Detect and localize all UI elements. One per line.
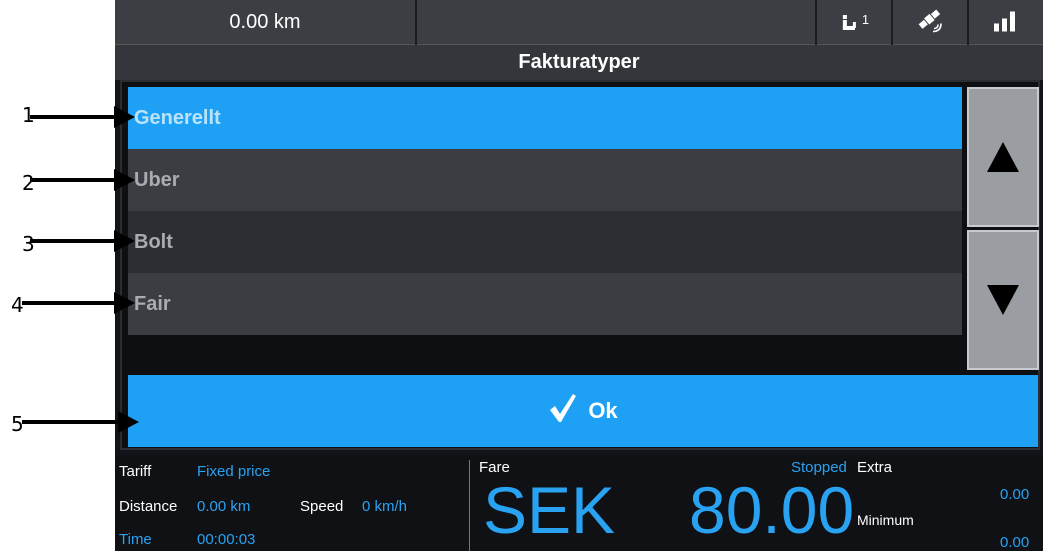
passenger-seat-icon: 1 bbox=[839, 12, 869, 34]
taximeter-screen: 0.00 km 1 Fakturatyper Generellt Uber Bo… bbox=[115, 0, 1043, 551]
minimum-label: Minimum bbox=[857, 512, 914, 528]
time-value: 00:00:03 bbox=[197, 531, 256, 548]
scroll-up-button[interactable] bbox=[967, 87, 1039, 227]
tariff-label: Tariff bbox=[119, 463, 152, 480]
annotation-arrow-1 bbox=[30, 106, 135, 128]
signal-indicator[interactable] bbox=[969, 0, 1043, 45]
annotation-arrow-2 bbox=[30, 169, 135, 191]
dialog-title: Fakturatyper bbox=[115, 45, 1043, 80]
invoice-type-list: Generellt Uber Bolt Fair bbox=[128, 87, 962, 369]
invoice-type-dialog: Generellt Uber Bolt Fair Ok bbox=[120, 80, 1040, 450]
list-item-uber[interactable]: Uber bbox=[128, 149, 962, 211]
passenger-count: 1 bbox=[861, 11, 870, 27]
triangle-up-icon bbox=[987, 142, 1019, 172]
extra-value: 0.00 bbox=[1000, 486, 1030, 503]
annotation-arrow-3 bbox=[30, 230, 135, 252]
checkmark-icon bbox=[548, 392, 578, 430]
annotation-arrow-5 bbox=[22, 411, 139, 433]
passenger-indicator[interactable]: 1 bbox=[817, 0, 893, 45]
meter-panel: Tariff Fixed price Distance 0.00 km Spee… bbox=[115, 455, 1043, 551]
status-message-area bbox=[417, 0, 817, 45]
ok-label: Ok bbox=[588, 398, 618, 423]
speed-value: 0 km/h bbox=[362, 498, 408, 515]
list-item-generellt[interactable]: Generellt bbox=[128, 87, 962, 149]
annotation-arrow-4 bbox=[22, 292, 135, 314]
scroll-down-button[interactable] bbox=[967, 230, 1039, 370]
fare-amount-display: 80.00 bbox=[689, 473, 855, 547]
satellite-gps-icon bbox=[916, 6, 944, 39]
currency-display: SEK bbox=[483, 473, 616, 547]
status-bar: 0.00 km 1 bbox=[115, 0, 1043, 45]
speed-label: Speed bbox=[300, 498, 344, 515]
meter-divider bbox=[469, 460, 470, 551]
signal-strength-icon bbox=[993, 9, 1019, 36]
extra-label: Extra bbox=[857, 459, 893, 476]
triangle-down-icon bbox=[987, 285, 1019, 315]
ok-button[interactable]: Ok bbox=[128, 375, 1038, 447]
list-item-bolt[interactable]: Bolt bbox=[128, 211, 962, 273]
time-label: Time bbox=[119, 531, 152, 548]
tariff-value: Fixed price bbox=[197, 463, 271, 480]
status-distance: 0.00 km bbox=[115, 0, 417, 45]
list-item-fair[interactable]: Fair bbox=[128, 273, 962, 335]
minimum-value: 0.00 bbox=[1000, 534, 1030, 551]
distance-value: 0.00 km bbox=[197, 498, 251, 515]
distance-label: Distance bbox=[119, 498, 178, 515]
gps-indicator[interactable] bbox=[893, 0, 969, 45]
